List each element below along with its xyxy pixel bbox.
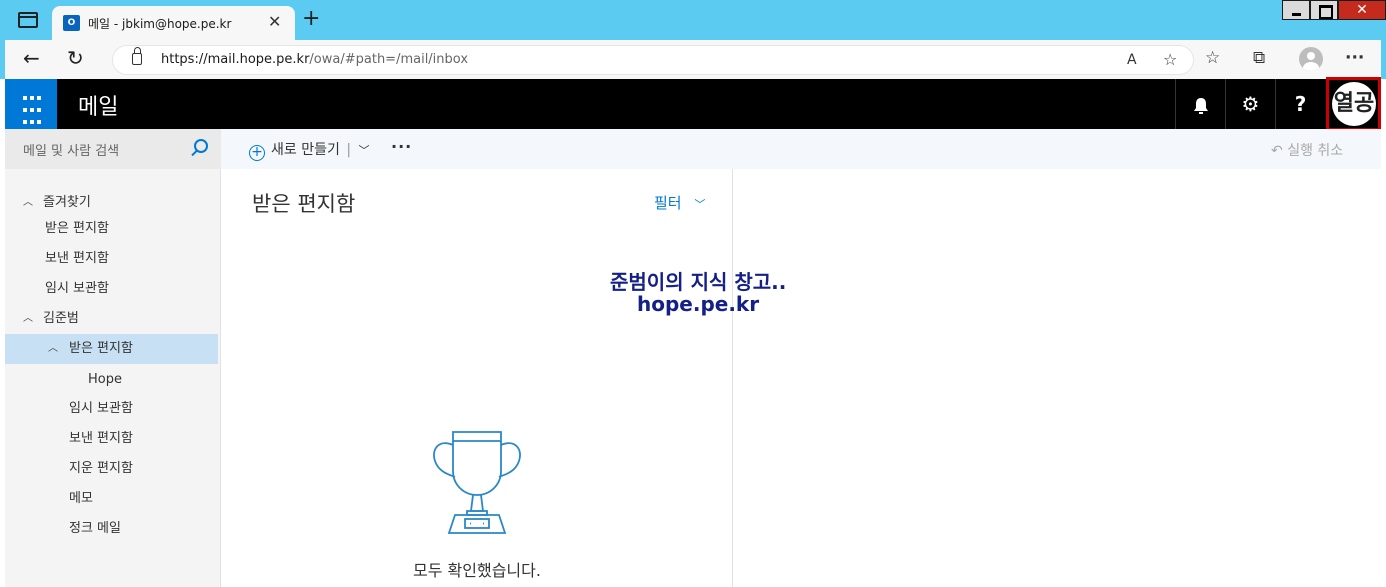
profile-avatar-icon[interactable] bbox=[1299, 47, 1323, 71]
sidebar-item-inbox[interactable]: ︿ 받은 편지함 bbox=[5, 334, 218, 364]
search-icon[interactable] bbox=[194, 139, 208, 153]
help-icon[interactable]: ? bbox=[1275, 79, 1325, 129]
settings-gear-icon[interactable]: ⚙ bbox=[1225, 79, 1275, 129]
search-placeholder: 메일 및 사람 검색 bbox=[23, 144, 120, 159]
browser-titlebar: O 메일 - jbkim@hope.pe.kr ✕ + ✕ bbox=[0, 0, 1386, 40]
favorites-icon[interactable]: ☆ bbox=[1205, 48, 1220, 68]
window-close-button[interactable]: ✕ bbox=[1338, 0, 1386, 20]
owa-header: 메일 ⚙ ? 열공 bbox=[5, 77, 1381, 131]
app-title: 메일 bbox=[78, 95, 119, 120]
new-message-button[interactable]: + 새로 만들기 | ﹀ bbox=[249, 139, 369, 161]
read-aloud-icon[interactable]: A bbox=[1127, 52, 1137, 68]
search-input[interactable]: 메일 및 사람 검색 bbox=[5, 129, 221, 169]
account-header[interactable]: ︿ 김준범 bbox=[23, 304, 79, 334]
lock-icon[interactable] bbox=[132, 47, 142, 65]
collapse-chevron-icon[interactable]: ︿ bbox=[48, 334, 58, 364]
sidebar-item-fav-inbox[interactable]: 받은 편지함 bbox=[45, 214, 109, 244]
sidebar-item-notes[interactable]: 메모 bbox=[69, 484, 93, 514]
folder-pane: 메일 및 사람 검색 ︿ 즐겨찾기 받은 편지함 보낸 편지함 임시 보관함 ︿… bbox=[5, 129, 221, 587]
collapse-chevron-icon[interactable]: ︿ bbox=[23, 304, 33, 334]
filter-button[interactable]: 필터 ﹀ bbox=[654, 192, 705, 213]
sidebar-item-deleted[interactable]: 지운 편지함 bbox=[69, 454, 133, 484]
outlook-favicon-icon: O bbox=[63, 15, 80, 31]
undo-icon: ↶ bbox=[1271, 143, 1283, 159]
reading-pane bbox=[734, 169, 1381, 587]
trophy-icon bbox=[433, 431, 521, 534]
watermark-line1: 준범이의 지식 창고.. bbox=[610, 270, 787, 294]
tab-close-icon[interactable]: ✕ bbox=[268, 12, 281, 31]
chevron-down-icon: ﹀ bbox=[694, 198, 706, 211]
empty-state-text: 모두 확인했습니다. bbox=[413, 561, 541, 580]
collapse-chevron-icon[interactable]: ︿ bbox=[23, 188, 33, 218]
undo-button[interactable]: ↶ 실행 취소 bbox=[1271, 140, 1343, 160]
add-favorite-icon[interactable]: ☆ bbox=[1163, 50, 1177, 69]
notifications-bell-icon[interactable] bbox=[1175, 79, 1225, 129]
add-icon: + bbox=[249, 145, 265, 161]
sidebar-item-drafts[interactable]: 임시 보관함 bbox=[69, 394, 133, 424]
browser-tab[interactable]: O 메일 - jbkim@hope.pe.kr ✕ bbox=[52, 6, 295, 40]
browser-toolbar: ← ↻ https://mail.hope.pe.kr/owa/#path=/m… bbox=[0, 40, 1386, 79]
sidebar-item-fav-drafts[interactable]: 임시 보관함 bbox=[45, 274, 109, 304]
user-avatar-button[interactable]: 열공 bbox=[1326, 77, 1381, 131]
more-actions-icon[interactable]: ··· bbox=[391, 137, 412, 156]
url-text: https://mail.hope.pe.kr/owa/#path=/mail/… bbox=[161, 52, 469, 67]
app-launcher-icon[interactable] bbox=[5, 79, 57, 129]
address-bar[interactable]: https://mail.hope.pe.kr/owa/#path=/mail/… bbox=[112, 45, 1194, 75]
command-bar: + 새로 만들기 | ﹀ ··· ↶ 실행 취소 bbox=[221, 129, 1381, 169]
back-arrow-icon[interactable]: ← bbox=[23, 47, 40, 69]
collections-icon[interactable]: ⧉ bbox=[1253, 48, 1265, 68]
window-maximize-button[interactable] bbox=[1310, 0, 1338, 20]
new-tab-icon[interactable]: + bbox=[302, 8, 320, 30]
window-minimize-button[interactable] bbox=[1282, 0, 1310, 20]
avatar: 열공 bbox=[1332, 82, 1376, 126]
tab-title: 메일 - jbkim@hope.pe.kr bbox=[88, 17, 232, 31]
watermark-line2: hope.pe.kr bbox=[637, 292, 760, 316]
refresh-icon[interactable]: ↻ bbox=[67, 47, 84, 69]
message-list: 받은 편지함 필터 ﹀ 모두 확인했습니다. bbox=[221, 169, 733, 587]
sidebar-item-fav-sent[interactable]: 보낸 편지함 bbox=[45, 244, 109, 274]
chevron-down-icon[interactable]: ﹀ bbox=[358, 144, 369, 157]
sidebar-item-hope[interactable]: Hope bbox=[88, 365, 122, 395]
sidebar-item-junk[interactable]: 정크 메일 bbox=[69, 514, 121, 544]
sidebar-item-sent[interactable]: 보낸 편지함 bbox=[69, 424, 133, 454]
list-title: 받은 편지함 bbox=[252, 192, 356, 216]
tab-actions-icon[interactable] bbox=[18, 12, 38, 28]
more-options-icon[interactable]: ··· bbox=[1345, 48, 1364, 68]
